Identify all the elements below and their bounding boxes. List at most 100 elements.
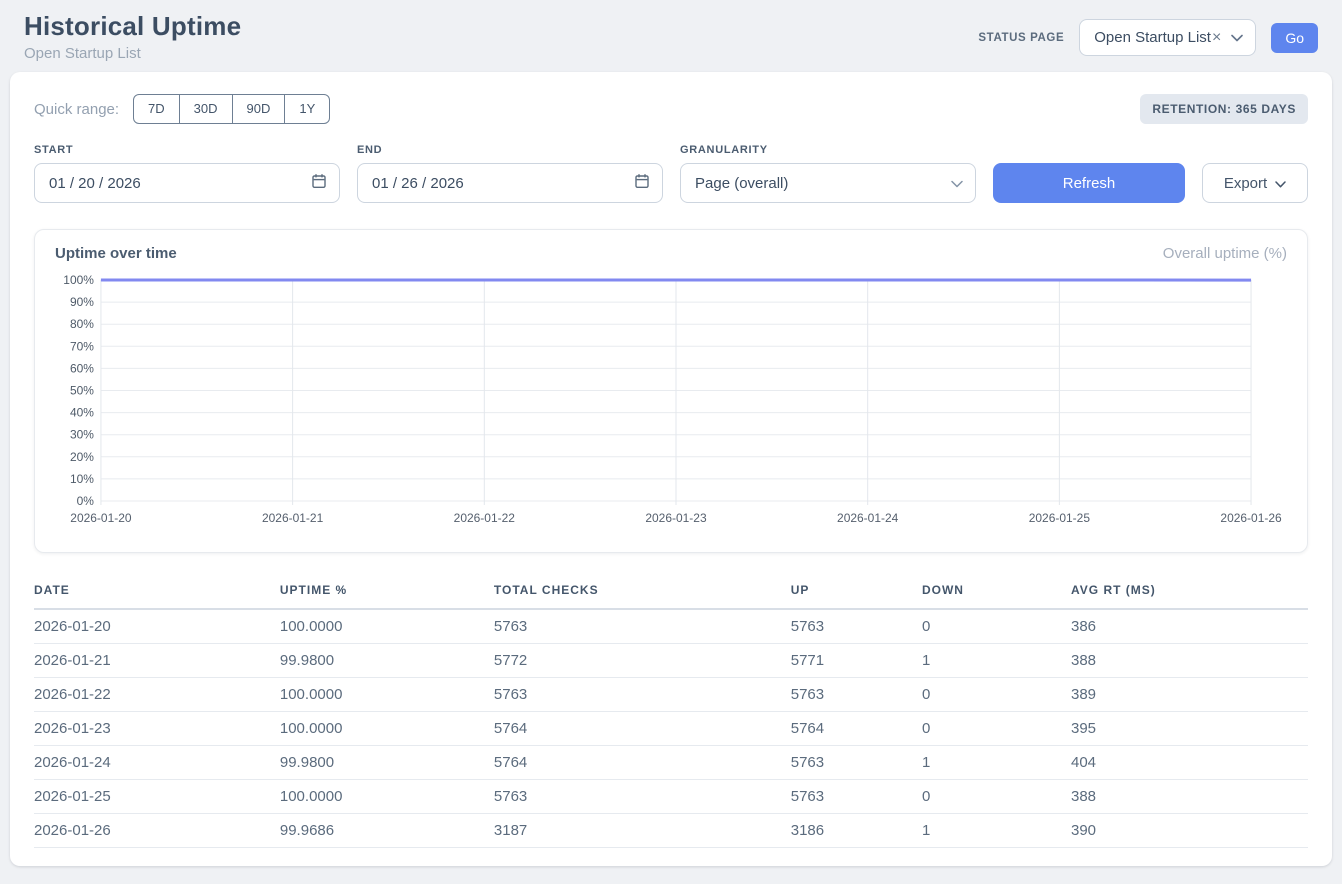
end-date-input[interactable]: 01 / 26 / 2026 — [357, 163, 663, 203]
chevron-down-icon — [951, 175, 963, 192]
column-header: DOWN — [922, 575, 1071, 609]
quick-range-90d-button[interactable]: 90D — [232, 94, 286, 124]
table-cell: 2026-01-26 — [34, 814, 280, 848]
table-cell: 5771 — [791, 644, 922, 678]
svg-text:2026-01-25: 2026-01-25 — [1029, 511, 1091, 525]
clear-selection-icon[interactable]: × — [1212, 29, 1221, 47]
table-row: 2026-01-23100.0000576457640395 — [34, 712, 1308, 746]
main-card: Quick range: 7D30D90D1Y RETENTION: 365 D… — [10, 72, 1332, 866]
table-cell: 0 — [922, 712, 1071, 746]
table-cell: 2026-01-25 — [34, 780, 280, 814]
calendar-icon[interactable] — [634, 173, 650, 193]
svg-text:0%: 0% — [77, 494, 95, 508]
table-cell: 388 — [1071, 644, 1308, 678]
table-cell: 5764 — [494, 746, 791, 780]
granularity-label: GRANULARITY — [680, 144, 976, 156]
page-subtitle: Open Startup List — [24, 45, 241, 62]
table-cell: 100.0000 — [280, 712, 494, 746]
table-cell: 3187 — [494, 814, 791, 848]
table-cell: 0 — [922, 780, 1071, 814]
svg-text:90%: 90% — [70, 295, 94, 309]
table-cell: 100.0000 — [280, 678, 494, 712]
go-button[interactable]: Go — [1271, 23, 1318, 53]
refresh-button[interactable]: Refresh — [993, 163, 1185, 203]
start-date-input[interactable]: 01 / 20 / 2026 — [34, 163, 340, 203]
column-header: DATE — [34, 575, 280, 609]
table-cell: 5763 — [791, 609, 922, 644]
table-cell: 5763 — [791, 746, 922, 780]
svg-text:2026-01-24: 2026-01-24 — [837, 511, 899, 525]
svg-text:10%: 10% — [70, 472, 94, 486]
table-cell: 99.9800 — [280, 644, 494, 678]
granularity-select[interactable]: Page (overall) — [680, 163, 976, 203]
end-date-field: END 01 / 26 / 2026 — [357, 144, 663, 203]
table-cell: 3186 — [791, 814, 922, 848]
svg-text:2026-01-23: 2026-01-23 — [645, 511, 707, 525]
header-controls: STATUS PAGE Open Startup List × Go — [978, 11, 1318, 56]
start-label: START — [34, 144, 340, 156]
table-cell: 1 — [922, 746, 1071, 780]
filter-row: START 01 / 20 / 2026 END 01 / 26 / 2026 … — [34, 144, 1308, 203]
quick-range-group: 7D30D90D1Y — [133, 94, 330, 124]
uptime-table: DATEUPTIME %TOTAL CHECKSUPDOWNAVG RT (MS… — [34, 575, 1308, 848]
quick-range-row: Quick range: 7D30D90D1Y RETENTION: 365 D… — [34, 94, 1308, 124]
export-button[interactable]: Export — [1202, 163, 1308, 203]
uptime-chart: 0%10%20%30%40%50%60%70%80%90%100%2026-01… — [55, 274, 1287, 536]
table-cell: 2026-01-20 — [34, 609, 280, 644]
quick-range-left: Quick range: 7D30D90D1Y — [34, 94, 330, 124]
uptime-chart-card: Uptime over time Overall uptime (%) 0% 10… — [34, 229, 1308, 553]
svg-text:100%: 100% — [63, 274, 94, 287]
table-cell: 390 — [1071, 814, 1308, 848]
table-cell: 5763 — [494, 609, 791, 644]
table-cell: 5772 — [494, 644, 791, 678]
chevron-down-icon — [1275, 175, 1286, 192]
start-date-field: START 01 / 20 / 2026 — [34, 144, 340, 203]
table-cell: 386 — [1071, 609, 1308, 644]
quick-range-7d-button[interactable]: 7D — [133, 94, 180, 124]
table-cell: 0 — [922, 678, 1071, 712]
svg-text:40%: 40% — [70, 406, 94, 420]
svg-text:2026-01-20: 2026-01-20 — [70, 511, 132, 525]
chevron-down-icon — [1231, 34, 1243, 42]
table-cell: 2026-01-24 — [34, 746, 280, 780]
table-cell: 100.0000 — [280, 609, 494, 644]
start-date-value: 01 / 20 / 2026 — [49, 175, 141, 192]
table-cell: 389 — [1071, 678, 1308, 712]
table-cell: 2026-01-23 — [34, 712, 280, 746]
quick-range-30d-button[interactable]: 30D — [179, 94, 233, 124]
table-row: 2026-01-25100.0000576357630388 — [34, 780, 1308, 814]
calendar-icon[interactable] — [311, 173, 327, 193]
table-cell: 5763 — [791, 678, 922, 712]
svg-text:80%: 80% — [70, 317, 94, 331]
chart-header: Uptime over time Overall uptime (%) — [55, 245, 1287, 262]
table-cell: 99.9686 — [280, 814, 494, 848]
granularity-field: GRANULARITY Page (overall) — [680, 144, 976, 203]
table-cell: 5763 — [791, 780, 922, 814]
svg-text:60%: 60% — [70, 361, 94, 375]
svg-text:30%: 30% — [70, 428, 94, 442]
table-cell: 5764 — [494, 712, 791, 746]
table-cell: 0 — [922, 609, 1071, 644]
table-header-row: DATEUPTIME %TOTAL CHECKSUPDOWNAVG RT (MS… — [34, 575, 1308, 609]
table-cell: 2026-01-21 — [34, 644, 280, 678]
table-cell: 404 — [1071, 746, 1308, 780]
end-label: END — [357, 144, 663, 156]
chart-title: Uptime over time — [55, 245, 177, 262]
svg-text:2026-01-26: 2026-01-26 — [1220, 511, 1282, 525]
svg-text:70%: 70% — [70, 339, 94, 353]
column-header: AVG RT (MS) — [1071, 575, 1308, 609]
quick-range-1y-button[interactable]: 1Y — [284, 94, 330, 124]
table-row: 2026-01-2499.9800576457631404 — [34, 746, 1308, 780]
svg-text:2026-01-21: 2026-01-21 — [262, 511, 324, 525]
table-cell: 5763 — [494, 780, 791, 814]
export-button-label: Export — [1224, 175, 1267, 192]
table-row: 2026-01-20100.0000576357630386 — [34, 609, 1308, 644]
status-page-select[interactable]: Open Startup List × — [1079, 19, 1256, 56]
svg-text:50%: 50% — [70, 383, 94, 397]
end-date-value: 01 / 26 / 2026 — [372, 175, 464, 192]
granularity-value: Page (overall) — [695, 175, 788, 192]
table-cell: 395 — [1071, 712, 1308, 746]
table-cell: 99.9800 — [280, 746, 494, 780]
page-header: Historical Uptime Open Startup List STAT… — [0, 0, 1342, 72]
table-cell: 100.0000 — [280, 780, 494, 814]
